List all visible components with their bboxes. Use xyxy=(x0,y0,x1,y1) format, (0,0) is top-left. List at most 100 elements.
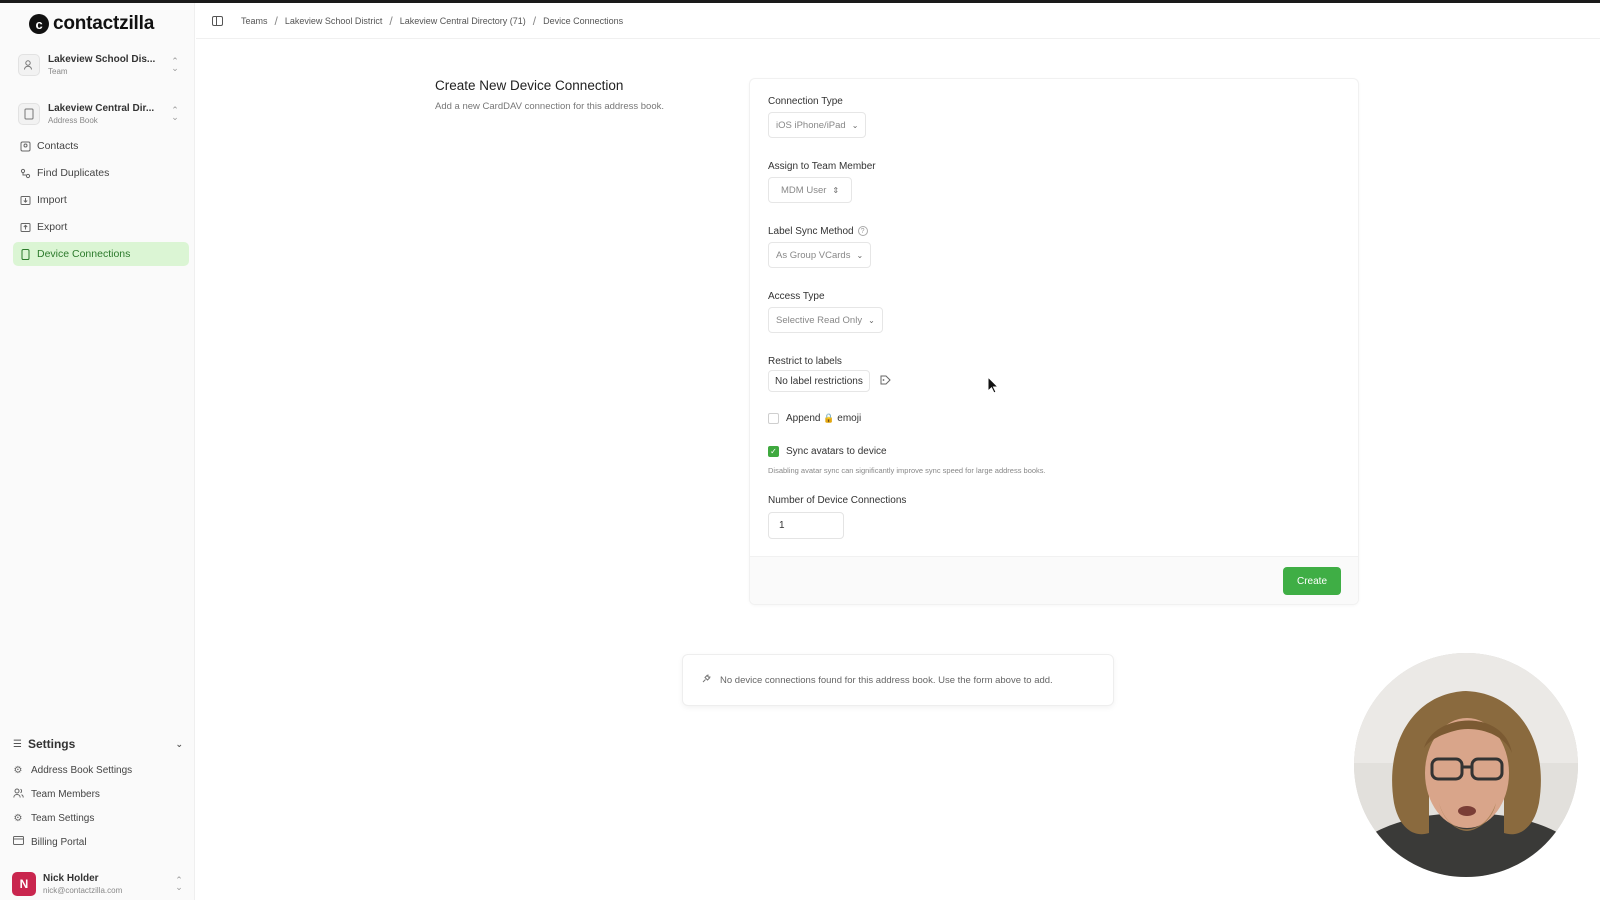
settings-item-label: Team Members xyxy=(31,788,100,800)
breadcrumb-current: Device Connections xyxy=(543,15,624,26)
presenter-video-image xyxy=(1354,653,1578,877)
webcam-overlay xyxy=(1354,653,1578,877)
mouse-cursor-icon xyxy=(987,376,999,394)
sync-avatars-row[interactable]: ✓ Sync avatars to device xyxy=(768,446,887,457)
breadcrumb-teams[interactable]: Teams xyxy=(241,16,268,26)
page-title: Create New Device Connection xyxy=(435,78,624,93)
access-type-label: Access Type xyxy=(768,291,825,302)
chevron-down-icon: ⌄ xyxy=(856,250,864,260)
card-icon xyxy=(12,836,24,848)
label-sync-label: Label Sync Method? xyxy=(768,226,868,237)
address-book-sub: Address Book xyxy=(48,116,98,125)
settings-item-team-members[interactable]: Team Members xyxy=(12,782,182,806)
chevron-down-icon: ⌄ xyxy=(868,315,875,325)
top-bar: Teams / Lakeview School District / Lakev… xyxy=(196,3,1600,39)
settings-item-billing-portal[interactable]: Billing Portal xyxy=(12,830,182,854)
connection-type-value: iOS iPhone/iPad xyxy=(776,119,846,131)
tag-icon[interactable] xyxy=(880,375,892,388)
sync-avatars-checkbox[interactable]: ✓ xyxy=(768,446,779,457)
nav-label: Find Duplicates xyxy=(37,167,110,179)
settings-item-label: Address Book Settings xyxy=(31,764,133,776)
page-description: Add a new CardDAV connection for this ad… xyxy=(435,101,665,112)
user-name: Nick Holder xyxy=(43,873,99,884)
create-button[interactable]: Create xyxy=(1283,567,1341,595)
settings-item-label: Team Settings xyxy=(31,812,95,824)
team-switcher[interactable]: Lakeview School Dis... Team ⌃ ⌄ xyxy=(18,47,180,83)
nav-item-contacts[interactable]: Contacts xyxy=(13,134,189,158)
settings-item-address-book-settings[interactable]: ⚙ Address Book Settings xyxy=(12,758,182,782)
nav-item-import[interactable]: Import xyxy=(13,188,189,212)
num-connections-input[interactable]: 1 xyxy=(768,512,844,539)
restrict-labels-field[interactable]: No label restrictions xyxy=(768,370,870,392)
assign-member-select[interactable]: MDM User ⇕ xyxy=(768,177,853,203)
contacts-icon xyxy=(19,140,31,152)
address-book-name: Lakeview Central Dir... xyxy=(48,103,155,114)
settings-section-toggle[interactable]: ☰ Settings ⌄ xyxy=(13,735,183,753)
logo-mark-icon: c xyxy=(29,14,49,34)
toggle-sidebar-icon[interactable] xyxy=(212,15,223,26)
address-book-switcher[interactable]: Lakeview Central Dir... Address Book ⌃ ⌄ xyxy=(18,96,180,132)
breadcrumb-address-book[interactable]: Lakeview Central Directory (71) xyxy=(400,16,526,26)
empty-state: No device connections found for this add… xyxy=(682,654,1114,706)
nav-label: Device Connections xyxy=(37,248,131,260)
breadcrumb: Teams / Lakeview School District / Lakev… xyxy=(241,14,623,28)
sliders-icon: ☰ xyxy=(13,738,22,750)
sidebar: c contactzilla Lakeview School Dis... Te… xyxy=(0,3,195,900)
sync-avatars-hint: Disabling avatar sync can significantly … xyxy=(768,466,1046,475)
nav-item-export[interactable]: Export xyxy=(13,215,189,239)
label-sync-select[interactable]: As Group VCards ⌄ xyxy=(768,242,872,268)
team-sub: Team xyxy=(48,67,68,76)
duplicates-icon xyxy=(19,167,31,179)
updown-chevron-icon: ⌃ ⌄ xyxy=(171,105,179,122)
append-emoji-suffix: emoji xyxy=(837,413,862,424)
import-icon xyxy=(19,194,31,206)
nav-label: Contacts xyxy=(37,140,79,152)
settings-item-team-settings[interactable]: ⚙ Team Settings xyxy=(12,806,182,830)
breadcrumb-separator: / xyxy=(274,13,278,28)
nav-label: Import xyxy=(37,194,67,206)
nav-item-find-duplicates[interactable]: Find Duplicates xyxy=(13,161,189,185)
label-sync-label-text: Label Sync Method xyxy=(768,226,854,237)
chevron-down-icon: ⌄ xyxy=(175,738,183,749)
connection-type-select[interactable]: iOS iPhone/iPad ⌄ xyxy=(768,112,867,138)
logo-text: contactzilla xyxy=(53,13,155,34)
users-icon xyxy=(12,788,24,801)
label-sync-value: As Group VCards xyxy=(776,249,851,261)
chevron-down-icon: ⌄ xyxy=(851,120,859,130)
device-icon xyxy=(19,248,31,260)
main-nav: Contacts Find Duplicates Import Export D… xyxy=(13,134,189,269)
append-emoji-prefix: Append xyxy=(786,413,821,424)
append-emoji-row[interactable]: Append 🔒 emoji xyxy=(768,413,861,424)
breadcrumb-team[interactable]: Lakeview School District xyxy=(285,16,383,26)
settings-nav: ⚙ Address Book Settings Team Members ⚙ T… xyxy=(12,758,182,854)
lock-emoji-icon: 🔒 xyxy=(823,413,835,423)
restrict-labels-row: No label restrictions xyxy=(768,370,892,392)
nav-item-device-connections[interactable]: Device Connections xyxy=(13,242,189,266)
append-emoji-checkbox[interactable] xyxy=(768,413,779,424)
updown-chevron-icon: ⇕ xyxy=(832,185,840,195)
breadcrumb-separator: / xyxy=(532,13,537,28)
app-logo[interactable]: c contactzilla xyxy=(29,13,154,35)
help-icon[interactable]: ? xyxy=(857,226,868,237)
nav-label: Export xyxy=(37,221,68,233)
sync-avatars-label: Sync avatars to device xyxy=(786,446,887,457)
updown-chevron-icon: ⌃ ⌄ xyxy=(175,875,183,892)
book-icon xyxy=(18,103,40,125)
gear-icon: ⚙ xyxy=(13,764,23,776)
empty-state-message: No device connections found for this add… xyxy=(720,674,1053,686)
user-menu[interactable]: N Nick Holder nick@contactzilla.com ⌃ ⌄ xyxy=(12,869,184,899)
users-icon xyxy=(18,54,40,76)
assign-member-label: Assign to Team Member xyxy=(768,161,876,172)
assign-member-value: MDM User xyxy=(781,184,827,196)
access-type-value: Selective Read Only xyxy=(776,314,863,326)
team-name: Lakeview School Dis... xyxy=(48,54,156,65)
settings-item-label: Billing Portal xyxy=(31,836,87,848)
access-type-select[interactable]: Selective Read Only ⌄ xyxy=(768,307,883,333)
connection-type-label: Connection Type xyxy=(768,96,843,107)
num-connections-label: Number of Device Connections xyxy=(768,495,907,506)
updown-chevron-icon: ⌃ ⌄ xyxy=(171,56,179,73)
restrict-labels-label: Restrict to labels xyxy=(768,356,842,367)
gear-icon: ⚙ xyxy=(13,812,23,824)
settings-title: Settings xyxy=(27,737,76,751)
user-email: nick@contactzilla.com xyxy=(43,886,123,895)
